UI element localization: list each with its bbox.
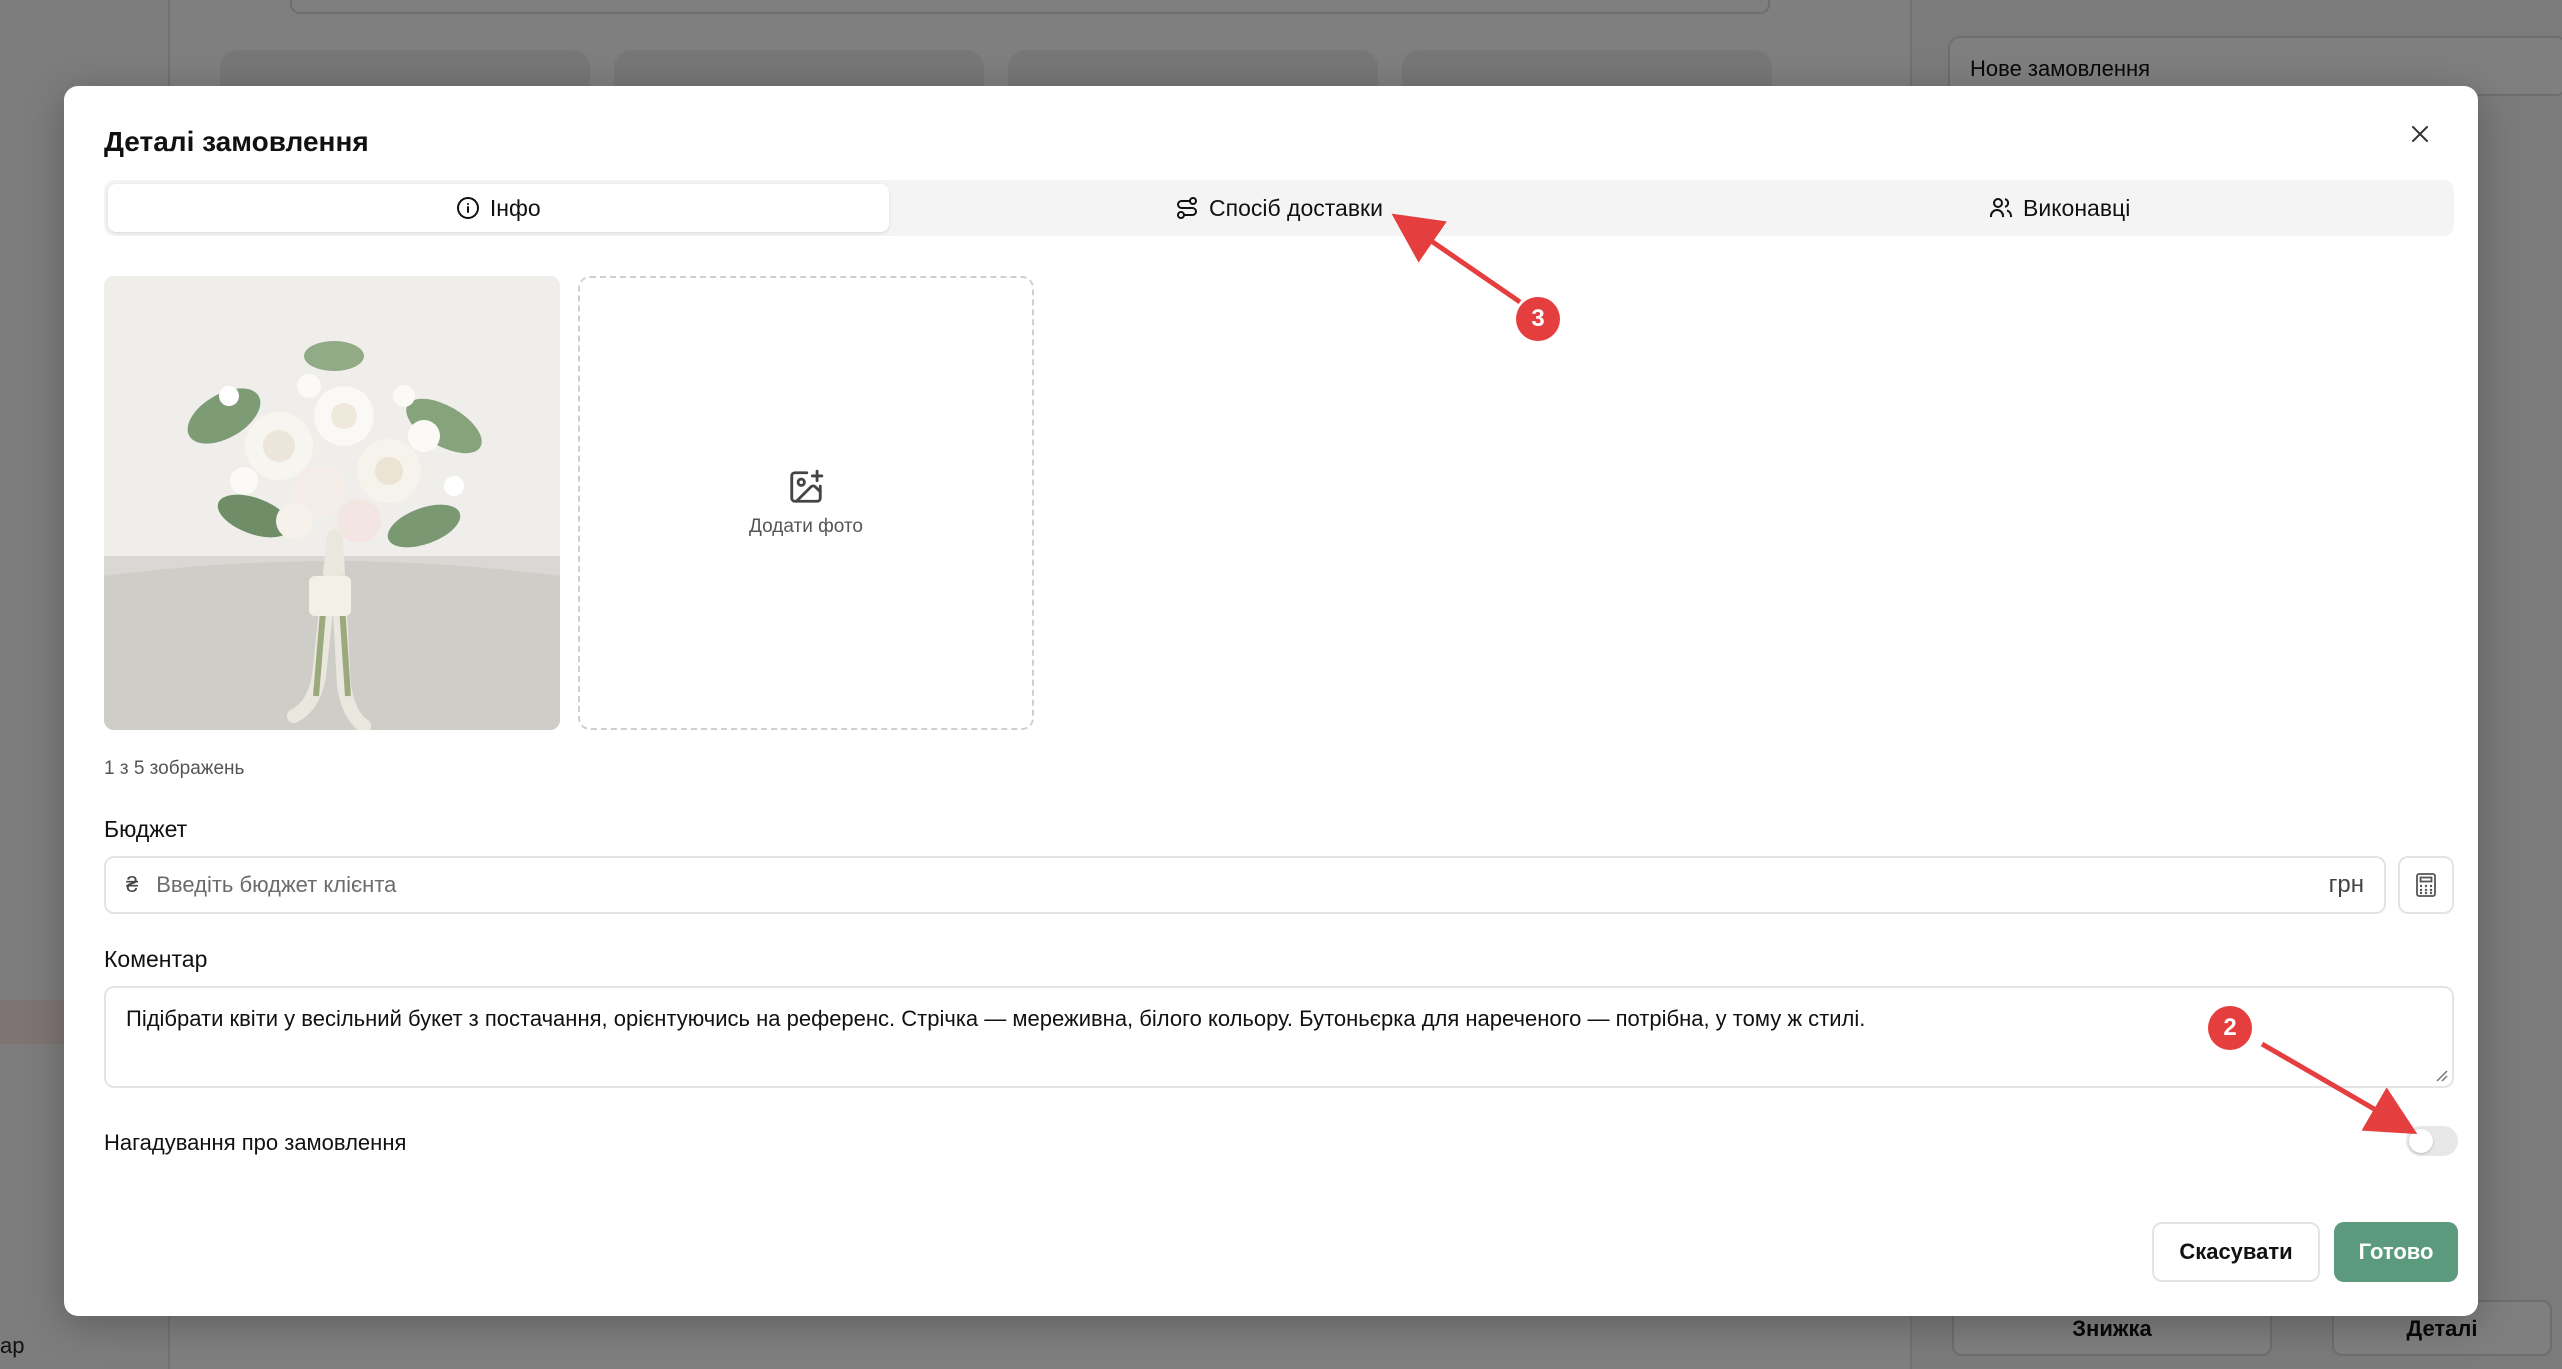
reminder-toggle[interactable] (2406, 1126, 2458, 1156)
tab-delivery[interactable]: Спосіб доставки (889, 184, 1670, 232)
order-details-modal: Деталі замовлення Інфо Спосіб доставки В… (64, 86, 2478, 1316)
info-icon (456, 197, 479, 219)
hryvnia-icon: ₴ (126, 872, 139, 897)
modal-title: Деталі замовлення (104, 126, 369, 157)
done-button[interactable]: Готово (2334, 1222, 2458, 1282)
reminder-label: Нагадування про замовлення (104, 1130, 407, 1155)
bouquet-photo[interactable] (104, 276, 560, 730)
toggle-knob (2409, 1129, 2433, 1153)
resize-handle-icon[interactable] (2432, 1066, 2448, 1082)
annotation-badge-3: 3 (1516, 297, 1560, 341)
budget-input[interactable]: ₴ Введіть бюджет клієнта грн (104, 856, 2386, 914)
calculator-button[interactable] (2398, 856, 2454, 914)
add-photo-button[interactable]: Додати фото (578, 276, 1034, 730)
close-icon (2412, 126, 2428, 142)
image-count: 1 з 5 зображень (104, 758, 245, 779)
close-button[interactable] (2400, 114, 2440, 154)
comment-label: Коментар (104, 946, 208, 972)
annotation-badge-2: 2 (2208, 1006, 2252, 1050)
budget-placeholder: Введіть бюджет клієнта (156, 872, 397, 897)
tab-executors-label: Виконавці (2023, 194, 2131, 221)
bouquet-image (104, 276, 560, 730)
calculator-icon (2416, 873, 2436, 897)
tab-executors[interactable]: Виконавці (1669, 184, 2450, 232)
route-icon (1177, 197, 1198, 219)
tab-delivery-label: Спосіб доставки (1209, 194, 1383, 221)
comment-textarea[interactable]: Підібрати квіти у весільний букет з пост… (104, 986, 2454, 1088)
users-icon (1990, 198, 2013, 217)
tab-info[interactable]: Інфо (108, 184, 889, 232)
tab-bar: Інфо Спосіб доставки Виконавці (104, 180, 2454, 236)
cancel-button[interactable]: Скасувати (2152, 1222, 2320, 1282)
add-image-icon (790, 469, 824, 503)
tab-info-label: Інфо (489, 194, 541, 221)
add-photo-label: Додати фото (749, 516, 863, 537)
comment-text: Підібрати квіти у весільний букет з пост… (126, 1006, 1866, 1031)
budget-label: Бюджет (104, 816, 188, 842)
budget-unit: грн (2328, 871, 2364, 898)
